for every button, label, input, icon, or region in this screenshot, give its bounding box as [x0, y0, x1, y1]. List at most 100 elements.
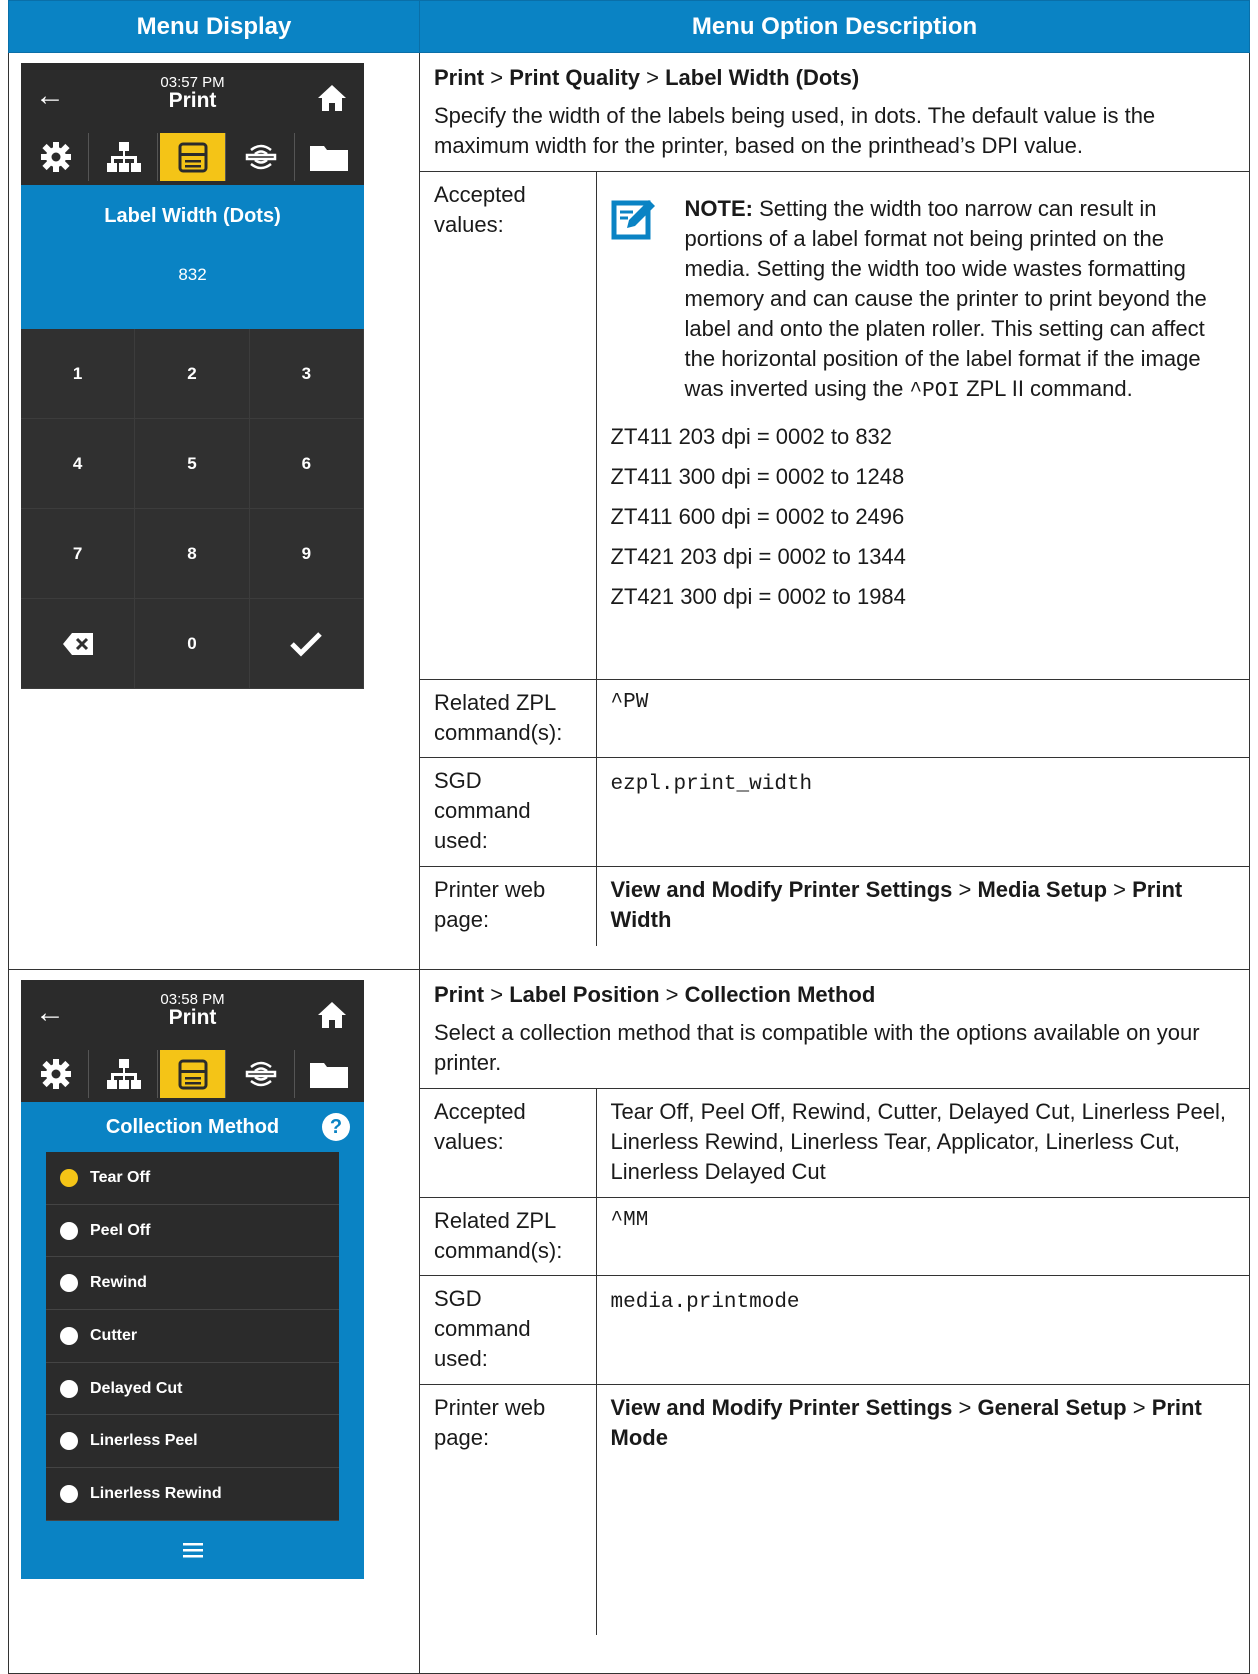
list-item: ZT421 203 dpi = 0002 to 1344 — [610, 544, 906, 569]
tab-rfid[interactable] — [228, 133, 295, 181]
web-page-path: View and Modify Printer Settings > Gener… — [596, 1384, 1249, 1635]
key-5[interactable]: 5 — [135, 419, 250, 509]
key-7[interactable]: 7 — [21, 509, 136, 599]
web-page-label: Printer web page: — [420, 1384, 597, 1635]
sgd-value: ezpl.print_width — [596, 757, 1249, 867]
home-icon[interactable] — [316, 1000, 348, 1030]
device-footer — [21, 1520, 364, 1579]
path-part: Print — [434, 65, 485, 90]
sgd-value: media.printmode — [596, 1275, 1249, 1385]
confirm-key[interactable] — [249, 599, 364, 689]
list-item[interactable]: Linerless Peel — [46, 1415, 339, 1469]
option-label: Linerless Rewind — [90, 1484, 222, 1502]
menu-path: Print > Print Quality > Label Width (Dot… — [420, 53, 1249, 93]
gear-icon — [40, 142, 71, 172]
tab-settings[interactable] — [23, 133, 90, 181]
header-menu-description: Menu Option Description — [419, 0, 1250, 53]
tab-rfid[interactable] — [228, 1050, 295, 1098]
radio-icon — [60, 1221, 78, 1240]
note-text: NOTE: Setting the width too narrow can r… — [685, 194, 1236, 407]
option-label: Delayed Cut — [90, 1379, 183, 1397]
home-icon[interactable] — [316, 83, 348, 113]
display-cell: ← 03:58 PM Print Collection Method ? Tea… — [8, 969, 420, 1674]
network-icon — [107, 142, 142, 172]
screen-title: Print — [168, 1006, 217, 1029]
path-separator: > — [659, 982, 685, 1007]
path-part: Label Position — [509, 982, 660, 1007]
list-item[interactable]: Linerless Rewind — [46, 1468, 339, 1521]
gear-icon — [40, 1059, 71, 1089]
menu-path: Print > Label Position > Collection Meth… — [420, 970, 1249, 1010]
key-0[interactable]: 0 — [135, 599, 250, 689]
field-title: Label Width (Dots) — [21, 185, 364, 241]
accepted-values-label: Accepted values: — [420, 1088, 597, 1198]
header-menu-display: Menu Display — [8, 0, 420, 53]
path-part: General Setup — [977, 1395, 1127, 1420]
key-8[interactable]: 8 — [135, 509, 250, 599]
radio-icon — [60, 1484, 78, 1503]
path-separator: > — [640, 65, 666, 90]
menu-table: Menu Display Menu Option Description ← 0… — [8, 0, 1250, 1674]
sgd-label: SGD command used: — [420, 757, 597, 867]
dpi-list: ZT411 203 dpi = 0002 to 832 ZT411 300 dp… — [611, 407, 1236, 617]
path-part: Print Quality — [509, 65, 640, 90]
option-description: Select a collection method that is compa… — [434, 1020, 1200, 1075]
backspace-key[interactable] — [21, 599, 136, 689]
list-item[interactable]: Tear Off — [46, 1152, 339, 1205]
path-part: View and Modify Printer Settings — [610, 1395, 953, 1420]
key-4[interactable]: 4 — [21, 419, 136, 509]
page: Menu Display Menu Option Description ← 0… — [8, 0, 1250, 1674]
option-label: Linerless Peel — [90, 1432, 198, 1450]
key-6[interactable]: 6 — [249, 419, 364, 509]
radio-icon — [60, 1326, 78, 1345]
option-label: Cutter — [90, 1326, 138, 1344]
field-value[interactable]: 832 — [21, 241, 364, 329]
tab-network[interactable] — [91, 133, 158, 181]
description-cell: Print > Print Quality > Label Width (Dot… — [419, 52, 1250, 970]
tab-print[interactable] — [159, 1050, 227, 1098]
radio-icon — [60, 1432, 78, 1451]
details-table: Accepted values: NOTE: Setting the width… — [420, 171, 1249, 946]
list-item[interactable]: Peel Off — [46, 1204, 339, 1258]
tab-settings[interactable] — [23, 1050, 90, 1098]
web-page-path: View and Modify Printer Settings > Media… — [596, 866, 1249, 946]
accepted-values-cell: NOTE: Setting the width too narrow can r… — [596, 171, 1249, 680]
help-icon[interactable]: ? — [322, 1113, 350, 1141]
rfid-icon — [245, 144, 277, 170]
table-row: ← 03:58 PM Print Collection Method ? Tea… — [8, 969, 1250, 1674]
key-1[interactable]: 1 — [21, 329, 136, 419]
zpl-label: Related ZPL command(s): — [420, 679, 597, 758]
note-block: NOTE: Setting the width too narrow can r… — [611, 172, 1236, 407]
key-2[interactable]: 2 — [135, 329, 250, 419]
tab-storage[interactable] — [296, 1050, 363, 1098]
field-title: Collection Method — [105, 1115, 280, 1138]
key-9[interactable]: 9 — [249, 509, 364, 599]
description-cell: Print > Label Position > Collection Meth… — [419, 969, 1250, 1674]
rfid-icon — [245, 1061, 277, 1087]
menu-icon[interactable] — [182, 1542, 203, 1558]
printer-icon — [178, 1059, 208, 1090]
display-cell: ← 03:57 PM Print Label Width (Dots) 832 … — [8, 52, 420, 970]
list-item: ZT421 300 dpi = 0002 to 1984 — [610, 584, 906, 609]
numeric-keypad: 1 2 3 4 5 6 7 8 9 0 — [21, 329, 364, 689]
device-screen-label-width: ← 03:57 PM Print Label Width (Dots) 832 … — [21, 63, 364, 689]
device-screen-collection-method: ← 03:58 PM Print Collection Method ? Tea… — [21, 980, 364, 1579]
tab-storage[interactable] — [296, 133, 363, 181]
accepted-values: Tear Off, Peel Off, Rewind, Cutter, Dela… — [596, 1088, 1249, 1198]
list-item: ZT411 300 dpi = 0002 to 1248 — [610, 464, 905, 489]
tab-network[interactable] — [91, 1050, 158, 1098]
list-item[interactable]: Rewind — [46, 1257, 339, 1311]
path-separator: > — [952, 1395, 978, 1420]
tab-print[interactable] — [159, 133, 227, 181]
note-body-end: ZPL II command. — [959, 376, 1133, 401]
collection-method-header: Collection Method ? — [21, 1102, 364, 1152]
radio-icon — [60, 1274, 78, 1293]
option-label: Rewind — [90, 1274, 147, 1292]
path-separator: > — [1126, 1395, 1152, 1420]
accepted-values-label: Accepted values: — [420, 171, 597, 680]
list-item[interactable]: Delayed Cut — [46, 1362, 339, 1416]
key-3[interactable]: 3 — [249, 329, 364, 419]
sgd-label: SGD command used: — [420, 1275, 597, 1385]
note-code: ^POI — [909, 380, 960, 403]
list-item[interactable]: Cutter — [46, 1310, 339, 1363]
